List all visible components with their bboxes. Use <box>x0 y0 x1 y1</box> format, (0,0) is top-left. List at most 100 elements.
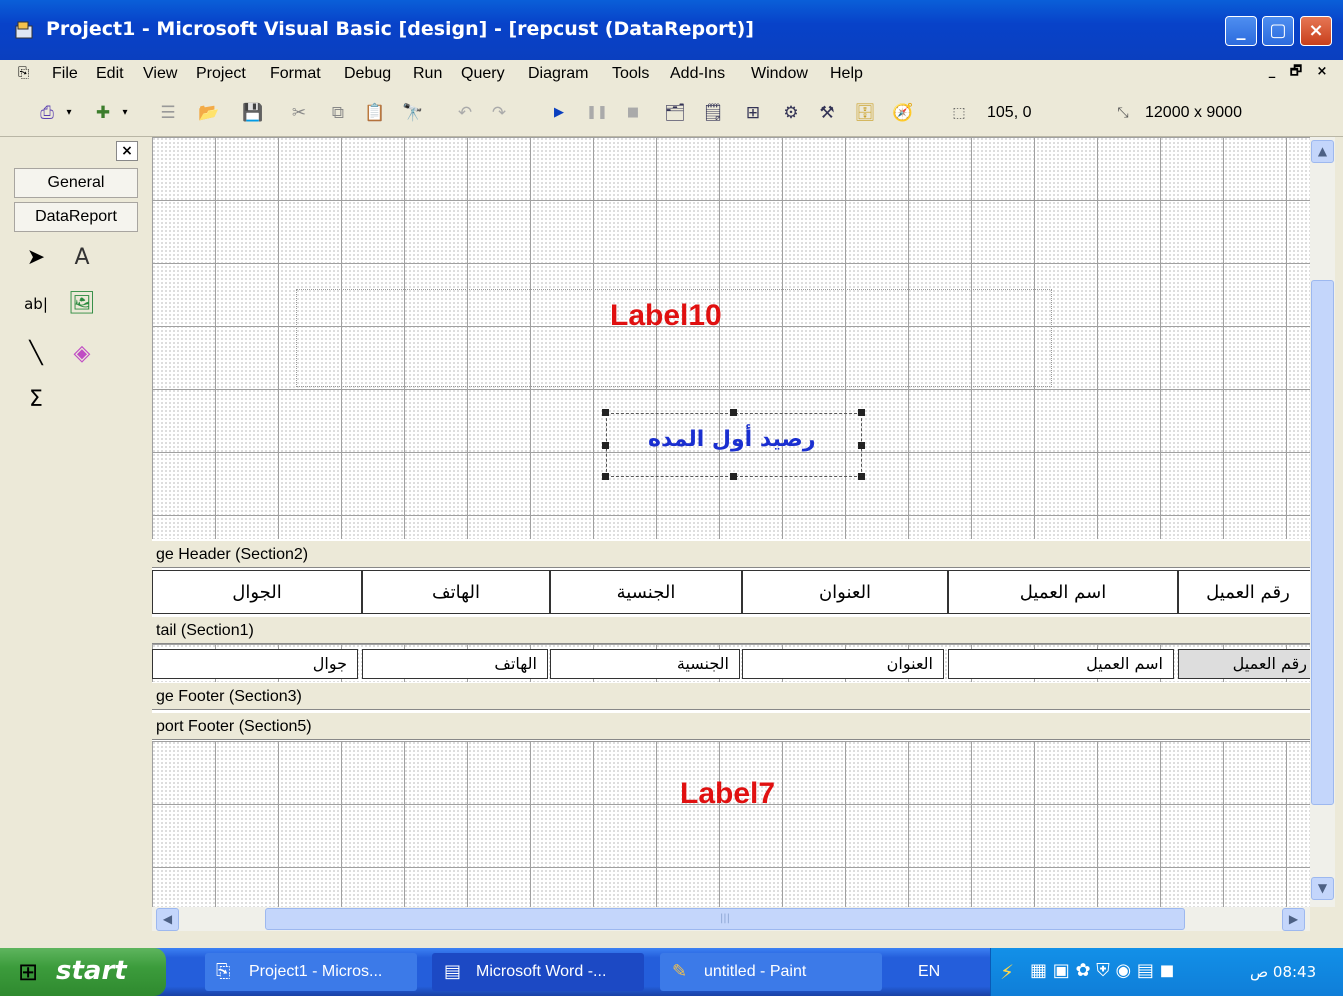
data-view-icon[interactable]: 🗄 <box>852 100 878 126</box>
vb-app-icon[interactable] <box>14 20 36 42</box>
save-icon[interactable]: 💾 <box>240 100 266 126</box>
redo-icon[interactable]: ↷ <box>486 100 512 126</box>
dropdown-arrow-icon[interactable]: ▾ <box>62 100 76 126</box>
rpt-label-icon[interactable]: A <box>64 240 100 276</box>
header-cell-address[interactable]: العنوان <box>742 570 948 614</box>
scroll-down-icon[interactable]: ▼ <box>1311 877 1334 900</box>
copy-icon[interactable]: ⧉ <box>325 100 351 126</box>
detail-cell-customer-id[interactable]: رقم العميل <box>1178 649 1310 679</box>
paste-icon[interactable]: 📋 <box>362 100 388 126</box>
form-layout-icon[interactable]: ⊞ <box>740 100 766 126</box>
menu-help[interactable]: Help <box>830 65 863 83</box>
task-word[interactable]: Microsoft Word -... <box>432 953 644 991</box>
size-icon: ⤡ <box>1117 105 1129 121</box>
properties-window-icon[interactable]: 🗒 <box>700 100 726 126</box>
rpt-line-icon[interactable]: ╲ <box>18 336 54 372</box>
detail-cell-phone[interactable]: الهاتف <box>362 649 548 679</box>
resize-handle[interactable] <box>602 442 609 449</box>
horizontal-scroll-thumb[interactable]: ||| <box>265 908 1185 930</box>
minimize-button[interactable]: _ <box>1225 16 1257 46</box>
object-browser-icon[interactable]: ⚙ <box>778 100 804 126</box>
section-bar-page-footer[interactable]: ge Footer (Section3) <box>152 682 1310 710</box>
menu-editor-icon[interactable]: ☰ <box>155 100 181 126</box>
tray-icons[interactable]: ▦ ▣ ✿ ⛨ ◉ ▤ ◼ <box>1030 960 1175 981</box>
header-cell-nationality[interactable]: الجنسية <box>550 570 742 614</box>
dropdown-arrow-icon[interactable]: ▾ <box>118 100 132 126</box>
resize-handle[interactable] <box>858 409 865 416</box>
section-bar-page-header[interactable]: ge Header (Section2) <box>152 540 1310 568</box>
scroll-up-icon[interactable]: ▲ <box>1311 140 1334 163</box>
menu-diagram[interactable]: Diagram <box>528 65 588 83</box>
end-icon[interactable]: ■ <box>620 100 646 126</box>
detail-cell-mobile[interactable]: جوال <box>152 649 358 679</box>
start-icon[interactable]: ▶ <box>546 100 572 126</box>
open-folder-icon[interactable]: 📂 <box>196 100 222 126</box>
task-vb[interactable]: Project1 - Micros... <box>205 953 417 991</box>
scroll-right-icon[interactable]: ▶ <box>1282 908 1305 931</box>
position-readout: 105, 0 <box>987 104 1032 121</box>
section-bar-detail[interactable]: tail (Section1) <box>152 616 1310 644</box>
cut-icon[interactable]: ✂ <box>286 100 312 126</box>
position-icon: ⬚ <box>952 105 966 121</box>
toolbox-tab-datareport[interactable]: DataReport <box>14 202 138 232</box>
language-indicator[interactable]: EN <box>918 963 940 981</box>
menu-window[interactable]: Window <box>751 65 808 83</box>
mdi-close-button[interactable]: × <box>1312 62 1332 82</box>
pointer-icon[interactable]: ➤ <box>18 240 54 276</box>
report-designer[interactable]: Label10 رصيد أول المده ge Header (Sectio… <box>152 137 1310 907</box>
label-balance[interactable]: رصيد أول المده <box>648 427 815 452</box>
menu-view[interactable]: View <box>143 65 177 83</box>
menu-file[interactable]: File <box>52 65 78 83</box>
toolbox-close-button[interactable]: × <box>116 141 138 161</box>
scroll-left-icon[interactable]: ◀ <box>156 908 179 931</box>
project-explorer-icon[interactable]: 🗂 <box>662 100 688 126</box>
label-title[interactable]: Label10 <box>610 299 722 333</box>
detail-cell-address[interactable]: العنوان <box>742 649 944 679</box>
resize-handle[interactable] <box>730 473 737 480</box>
task-paint[interactable]: untitled - Paint <box>660 953 882 991</box>
resize-handle[interactable] <box>602 473 609 480</box>
header-cell-mobile[interactable]: الجوال <box>152 570 362 614</box>
resize-handle[interactable] <box>858 442 865 449</box>
menu-tools[interactable]: Tools <box>612 65 649 83</box>
maximize-button[interactable]: ▢ <box>1262 16 1294 46</box>
paint-task-icon: ✎ <box>672 961 688 982</box>
header-cell-phone[interactable]: الهاتف <box>362 570 550 614</box>
resize-handle[interactable] <box>602 409 609 416</box>
resize-handle[interactable] <box>858 473 865 480</box>
rpt-function-icon[interactable]: Σ <box>18 382 54 418</box>
mdi-minimize-button[interactable]: _ <box>1262 62 1282 82</box>
rpt-image-icon[interactable]: 🖼 <box>64 286 100 322</box>
toolbox-tab-general[interactable]: General <box>14 168 138 198</box>
window-title: Project1 - Microsoft Visual Basic [desig… <box>46 18 754 40</box>
report-footer-area[interactable] <box>152 741 1310 907</box>
section-bar-report-footer[interactable]: port Footer (Section5) <box>152 712 1310 740</box>
menu-run[interactable]: Run <box>413 65 442 83</box>
break-icon[interactable]: ❚❚ <box>584 100 610 126</box>
rpt-textbox-icon[interactable]: ab| <box>18 286 54 322</box>
header-cell-customer-name[interactable]: اسم العميل <box>948 570 1178 614</box>
detail-cell-nationality[interactable]: الجنسية <box>550 649 740 679</box>
menu-project[interactable]: Project <box>196 65 246 83</box>
find-icon[interactable]: 🔭 <box>400 100 426 126</box>
vertical-scroll-thumb[interactable] <box>1311 280 1334 805</box>
rpt-shape-icon[interactable]: ◈ <box>64 336 100 372</box>
mdi-child-icon[interactable]: ⎘ <box>18 65 38 83</box>
visual-component-manager-icon[interactable]: 🧭 <box>890 100 916 126</box>
add-project-icon[interactable]: ⎙ <box>34 100 60 126</box>
mdi-restore-button[interactable]: 🗗 <box>1286 62 1306 82</box>
detail-cell-customer-name[interactable]: اسم العميل <box>948 649 1174 679</box>
menu-add-ins[interactable]: Add-Ins <box>670 65 725 83</box>
close-button[interactable]: × <box>1300 16 1332 46</box>
toolbox-icon[interactable]: ⚒ <box>814 100 840 126</box>
menu-edit[interactable]: Edit <box>96 65 124 83</box>
undo-icon[interactable]: ↶ <box>452 100 478 126</box>
label-footer[interactable]: Label7 <box>680 777 775 811</box>
add-form-icon[interactable]: ✚ <box>90 100 116 126</box>
lightning-icon[interactable]: ⚡ <box>1000 960 1014 984</box>
menu-format[interactable]: Format <box>270 65 321 83</box>
menu-debug[interactable]: Debug <box>344 65 391 83</box>
resize-handle[interactable] <box>730 409 737 416</box>
header-cell-customer-id[interactable]: رقم العميل <box>1178 570 1310 614</box>
menu-query[interactable]: Query <box>461 65 505 83</box>
